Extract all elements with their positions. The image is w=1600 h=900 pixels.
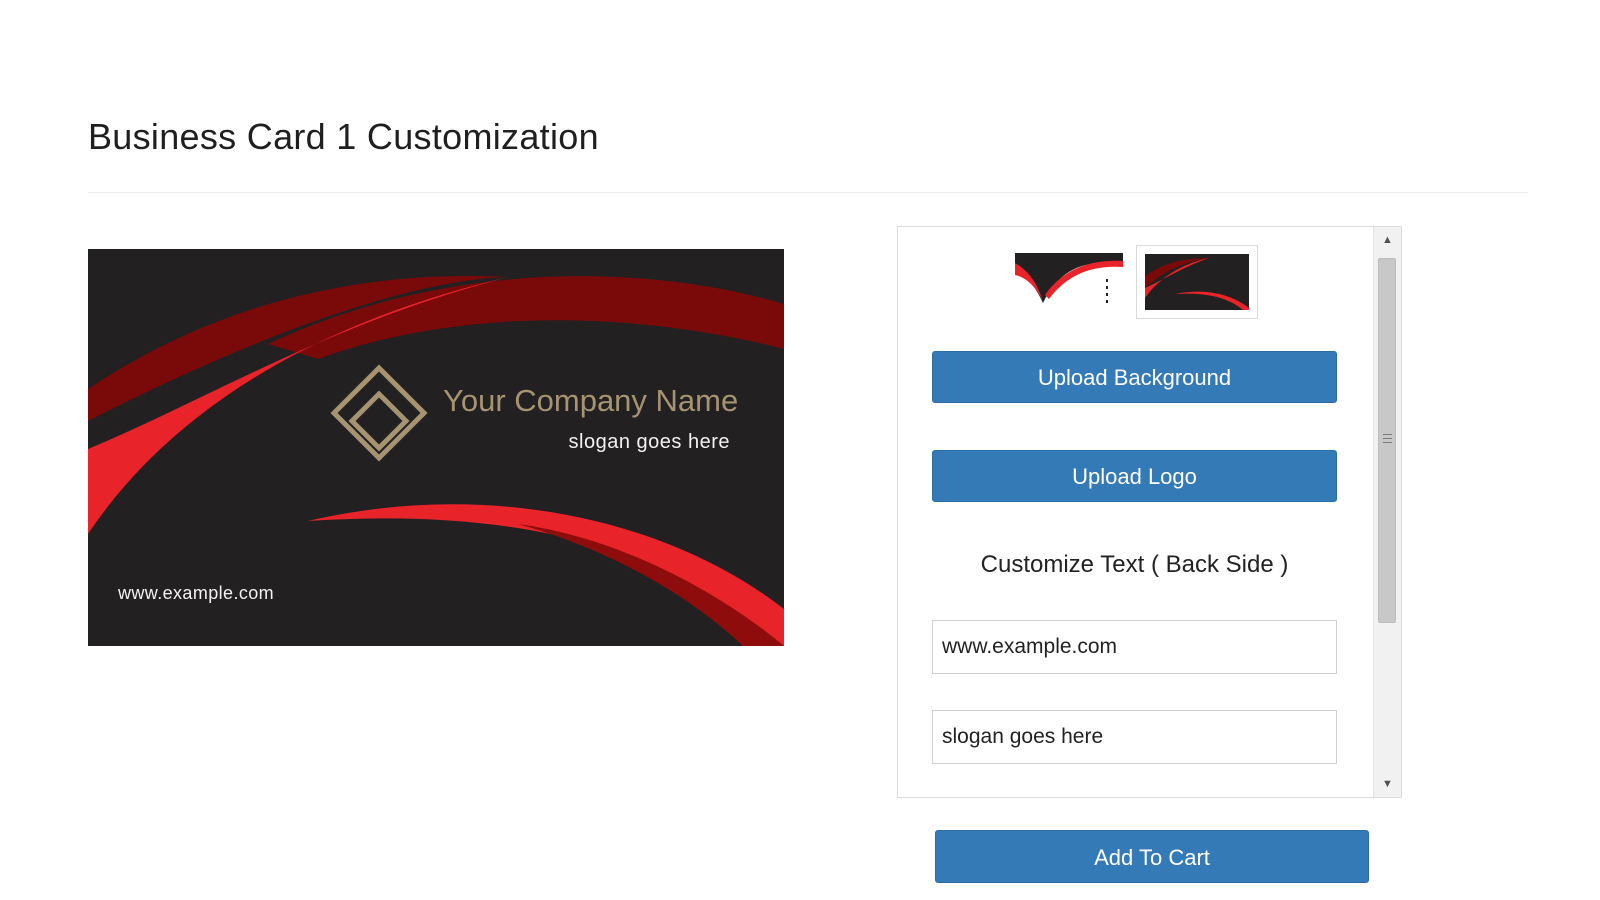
- slogan-text-input[interactable]: [932, 710, 1337, 764]
- customization-panel: Upload Background Upload Logo Customize …: [897, 226, 1402, 798]
- customization-page: Business Card 1 Customization Your Compa…: [0, 0, 1600, 900]
- business-card-preview: Your Company Name slogan goes here www.e…: [88, 249, 784, 646]
- scroll-grip-icon: [1383, 434, 1392, 446]
- add-to-cart-button[interactable]: Add To Cart: [935, 830, 1369, 883]
- card-slogan: slogan goes here: [568, 431, 730, 453]
- title-divider: [88, 192, 1528, 193]
- card-back-thumbnail[interactable]: [1136, 245, 1258, 319]
- upload-logo-button[interactable]: Upload Logo: [932, 450, 1337, 502]
- customize-text-heading: Customize Text ( Back Side ): [980, 551, 1289, 578]
- upload-background-button[interactable]: Upload Background: [932, 351, 1337, 403]
- website-text-input[interactable]: [932, 620, 1337, 674]
- card-front-thumbnail[interactable]: [1011, 245, 1133, 319]
- scroll-up-arrow-icon[interactable]: ▲: [1374, 229, 1401, 251]
- scrollbar-thumb[interactable]: [1378, 258, 1396, 623]
- panel-scrollbar[interactable]: ▲ ▼: [1373, 227, 1401, 797]
- card-company-name: Your Company Name: [443, 383, 739, 418]
- scroll-down-arrow-icon[interactable]: ▼: [1374, 773, 1401, 795]
- page-title: Business Card 1 Customization: [88, 116, 599, 157]
- card-website: www.example.com: [118, 583, 275, 603]
- diamond-logo-icon: [330, 364, 428, 462]
